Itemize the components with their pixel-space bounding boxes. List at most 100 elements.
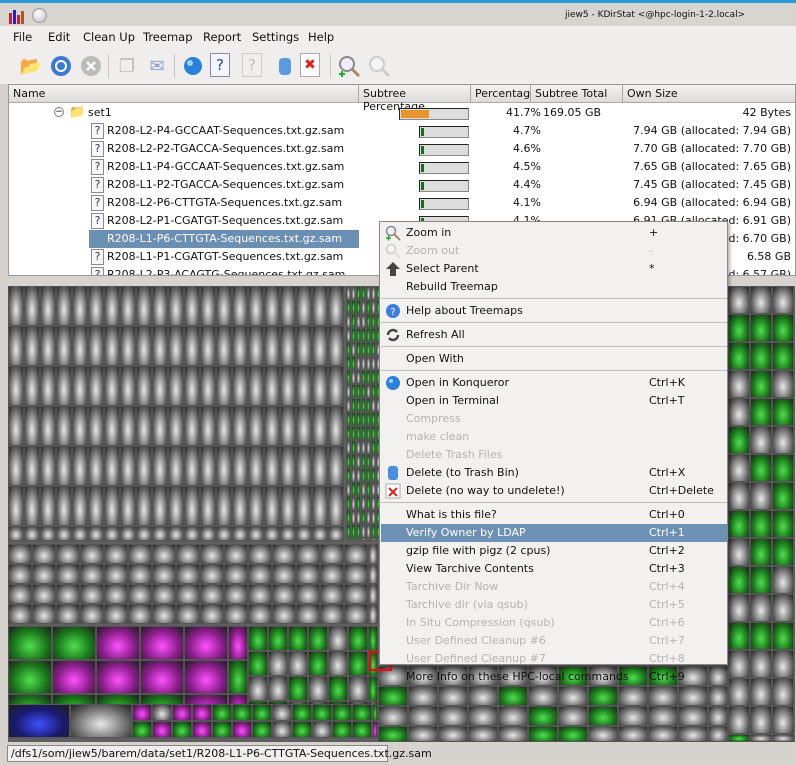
copy-icon[interactable]: ❐ (114, 53, 140, 79)
treemap-tile[interactable] (184, 486, 200, 526)
treemap-tile[interactable] (248, 604, 272, 624)
treemap-tile[interactable] (56, 584, 80, 604)
treemap-tile[interactable] (184, 660, 228, 694)
treemap-tile[interactable] (248, 564, 272, 584)
treemap-tile[interactable] (24, 286, 40, 326)
treemap-tile[interactable] (408, 686, 438, 706)
treemap-tile[interactable] (24, 326, 40, 366)
tree-row-file[interactable]: ? R208-L2-P2-TGACCA-Sequences.txt.gz.sam 4… (9, 140, 795, 158)
treemap-tile[interactable] (328, 286, 344, 326)
treemap-tile[interactable] (678, 686, 708, 706)
treemap-tile[interactable] (750, 622, 772, 650)
treemap-tile[interactable] (200, 446, 216, 486)
treemap-tile[interactable] (332, 721, 352, 738)
treemap-tile[interactable] (528, 726, 558, 742)
treemap-tile[interactable] (104, 526, 120, 541)
menu-item-open-with[interactable]: Open With (381, 350, 727, 368)
treemap-tile[interactable] (40, 526, 56, 541)
menu-item-refresh-all[interactable]: Refresh All (381, 326, 727, 344)
treemap-tile[interactable] (772, 622, 794, 650)
treemap-tile[interactable] (8, 366, 24, 406)
treemap-tile[interactable] (104, 406, 120, 446)
menu-item-gzip-file-with-pigz-2-cpus[interactable]: gzip file with pigz (2 cpus) Ctrl+2 (381, 542, 727, 560)
treemap-tile[interactable] (80, 544, 104, 564)
treemap-tile[interactable] (128, 604, 152, 624)
treemap-tile[interactable] (140, 660, 184, 694)
treemap-tile[interactable] (292, 721, 312, 738)
treemap-tile[interactable] (264, 526, 280, 541)
treemap-tile[interactable] (216, 326, 232, 366)
treemap-tile[interactable] (152, 446, 168, 486)
treemap-tile[interactable] (328, 676, 348, 701)
treemap-tile[interactable] (232, 366, 248, 406)
treemap-tile[interactable] (152, 366, 168, 406)
help-icon[interactable]: ? (210, 53, 230, 77)
treemap-tile[interactable] (618, 726, 648, 742)
treemap-tile[interactable] (328, 651, 348, 676)
treemap-tile[interactable] (312, 721, 332, 738)
treemap-tile[interactable] (248, 406, 264, 446)
menu-item-more-info-on-these-hpc-local-commands[interactable]: More Info on these HPC-local commands Ctr… (381, 668, 727, 686)
treemap-tile[interactable] (772, 706, 794, 734)
treemap-tile[interactable] (216, 366, 232, 406)
tree-row-directory[interactable]: − 📁 set1 41.7% 169.05 GB 42 Bytes (9, 104, 795, 122)
treemap-tile[interactable] (52, 626, 96, 660)
treemap-tile[interactable] (184, 526, 200, 541)
treemap-tile[interactable] (104, 446, 120, 486)
menu-clean-up[interactable]: Clean Up (83, 30, 135, 44)
treemap-tile[interactable] (728, 650, 750, 678)
treemap-tile[interactable] (328, 486, 344, 526)
treemap-tile[interactable] (772, 510, 794, 538)
treemap-tile[interactable] (308, 626, 328, 651)
treemap-tile[interactable] (176, 604, 200, 624)
treemap-tile[interactable] (32, 544, 56, 564)
treemap-tile[interactable] (498, 706, 528, 726)
treemap-tile[interactable] (296, 564, 320, 584)
treemap-tile[interactable] (772, 314, 794, 342)
treemap-tile[interactable] (728, 286, 750, 314)
treemap-tile[interactable] (232, 406, 248, 446)
treemap-tile[interactable] (212, 704, 232, 721)
treemap-tile[interactable] (772, 734, 794, 742)
treemap-tile[interactable] (772, 650, 794, 678)
treemap-tile[interactable] (104, 544, 128, 564)
treemap-tile[interactable] (56, 446, 72, 486)
collapse-icon[interactable]: − (54, 107, 64, 117)
treemap-tile[interactable] (80, 604, 104, 624)
treemap-tile[interactable] (312, 704, 332, 721)
treemap-tile[interactable] (328, 626, 348, 651)
treemap-tile[interactable] (24, 486, 40, 526)
treemap-tile[interactable] (750, 594, 772, 622)
treemap-tile[interactable] (88, 446, 104, 486)
treemap-tile[interactable] (296, 584, 320, 604)
treemap-tile[interactable] (328, 366, 344, 406)
treemap-tile[interactable] (750, 454, 772, 482)
treemap-tile[interactable] (40, 486, 56, 526)
treemap-tile[interactable] (772, 538, 794, 566)
treemap-tile[interactable] (264, 286, 280, 326)
treemap-tile[interactable] (80, 584, 104, 604)
treemap-tile[interactable] (8, 486, 24, 526)
treemap-tile[interactable] (280, 366, 296, 406)
treemap-tile[interactable] (248, 486, 264, 526)
treemap-tile[interactable] (272, 564, 296, 584)
treemap-tile[interactable] (248, 626, 268, 651)
treemap-tile[interactable] (184, 366, 200, 406)
menu-item-delete-no-way-to-undelete[interactable]: Delete (no way to undelete!) Ctrl+Delete (381, 482, 727, 500)
treemap-tile[interactable] (40, 366, 56, 406)
treemap-tile[interactable] (200, 366, 216, 406)
treemap-tile[interactable] (292, 704, 312, 721)
treemap-tile[interactable] (72, 486, 88, 526)
treemap-tile[interactable] (272, 584, 296, 604)
treemap-tile[interactable] (378, 686, 408, 706)
treemap-tile[interactable] (56, 526, 72, 541)
column-header-percentage[interactable]: Percentage (471, 85, 537, 103)
treemap-tile[interactable] (648, 726, 678, 742)
treemap-tile[interactable] (120, 526, 136, 541)
mail-icon[interactable]: ✉ (144, 53, 170, 79)
treemap-tile[interactable] (192, 704, 212, 721)
treemap-tile[interactable] (152, 526, 168, 541)
treemap-tile[interactable] (312, 446, 328, 486)
treemap-tile[interactable] (224, 604, 248, 624)
treemap-tile[interactable] (184, 286, 200, 326)
